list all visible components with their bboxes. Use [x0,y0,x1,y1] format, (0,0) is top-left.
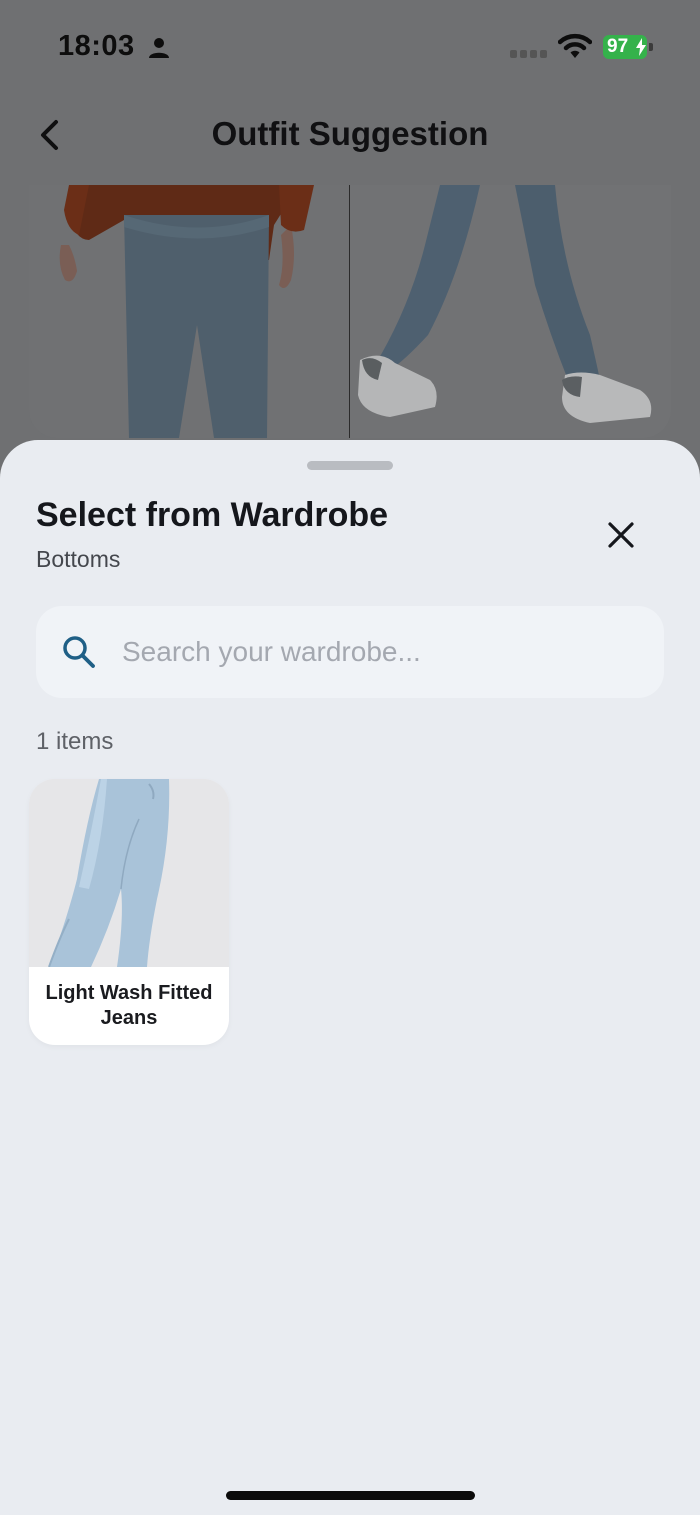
search-icon [63,636,95,668]
item-name-label: Light Wash Fitted Jeans [45,982,213,1029]
sheet-grabber-handle[interactable] [307,461,393,470]
orange-blouse-jeans-photo [59,185,314,438]
jeans-sneakers-photo [358,185,652,423]
charging-bolt-icon [636,38,646,56]
battery-indicator: 97 [603,35,653,59]
sheet-subtitle-category: Bottoms [36,546,121,572]
outfit-photo-shoes [350,185,671,438]
battery-tip [649,43,653,51]
home-indicator[interactable] [226,1491,475,1500]
status-time: 18:03 [58,30,135,62]
item-count-label: 1 items [36,728,114,755]
outfit-preview [29,185,671,438]
close-button[interactable] [596,510,646,560]
close-icon [608,522,634,548]
wardrobe-item-card[interactable]: Light Wash Fitted Jeans [29,779,229,1045]
item-photo [29,779,229,968]
page-title: Outfit Suggestion [211,115,489,152]
status-bar: 18:03 97 [0,0,700,95]
sheet-title: Select from Wardrobe [36,496,389,534]
outfit-photo-top [29,185,349,438]
light-wash-jeans-photo [29,779,229,968]
wifi-icon [558,33,592,58]
navigation-bar: Outfit Suggestion [0,95,700,185]
search-input[interactable] [122,606,642,698]
person-icon [149,38,169,58]
search-bar[interactable] [36,606,664,698]
wardrobe-bottom-sheet: Select from Wardrobe Bottoms 1 items Lig… [0,440,700,1515]
cellular-signal-icon [510,50,547,58]
